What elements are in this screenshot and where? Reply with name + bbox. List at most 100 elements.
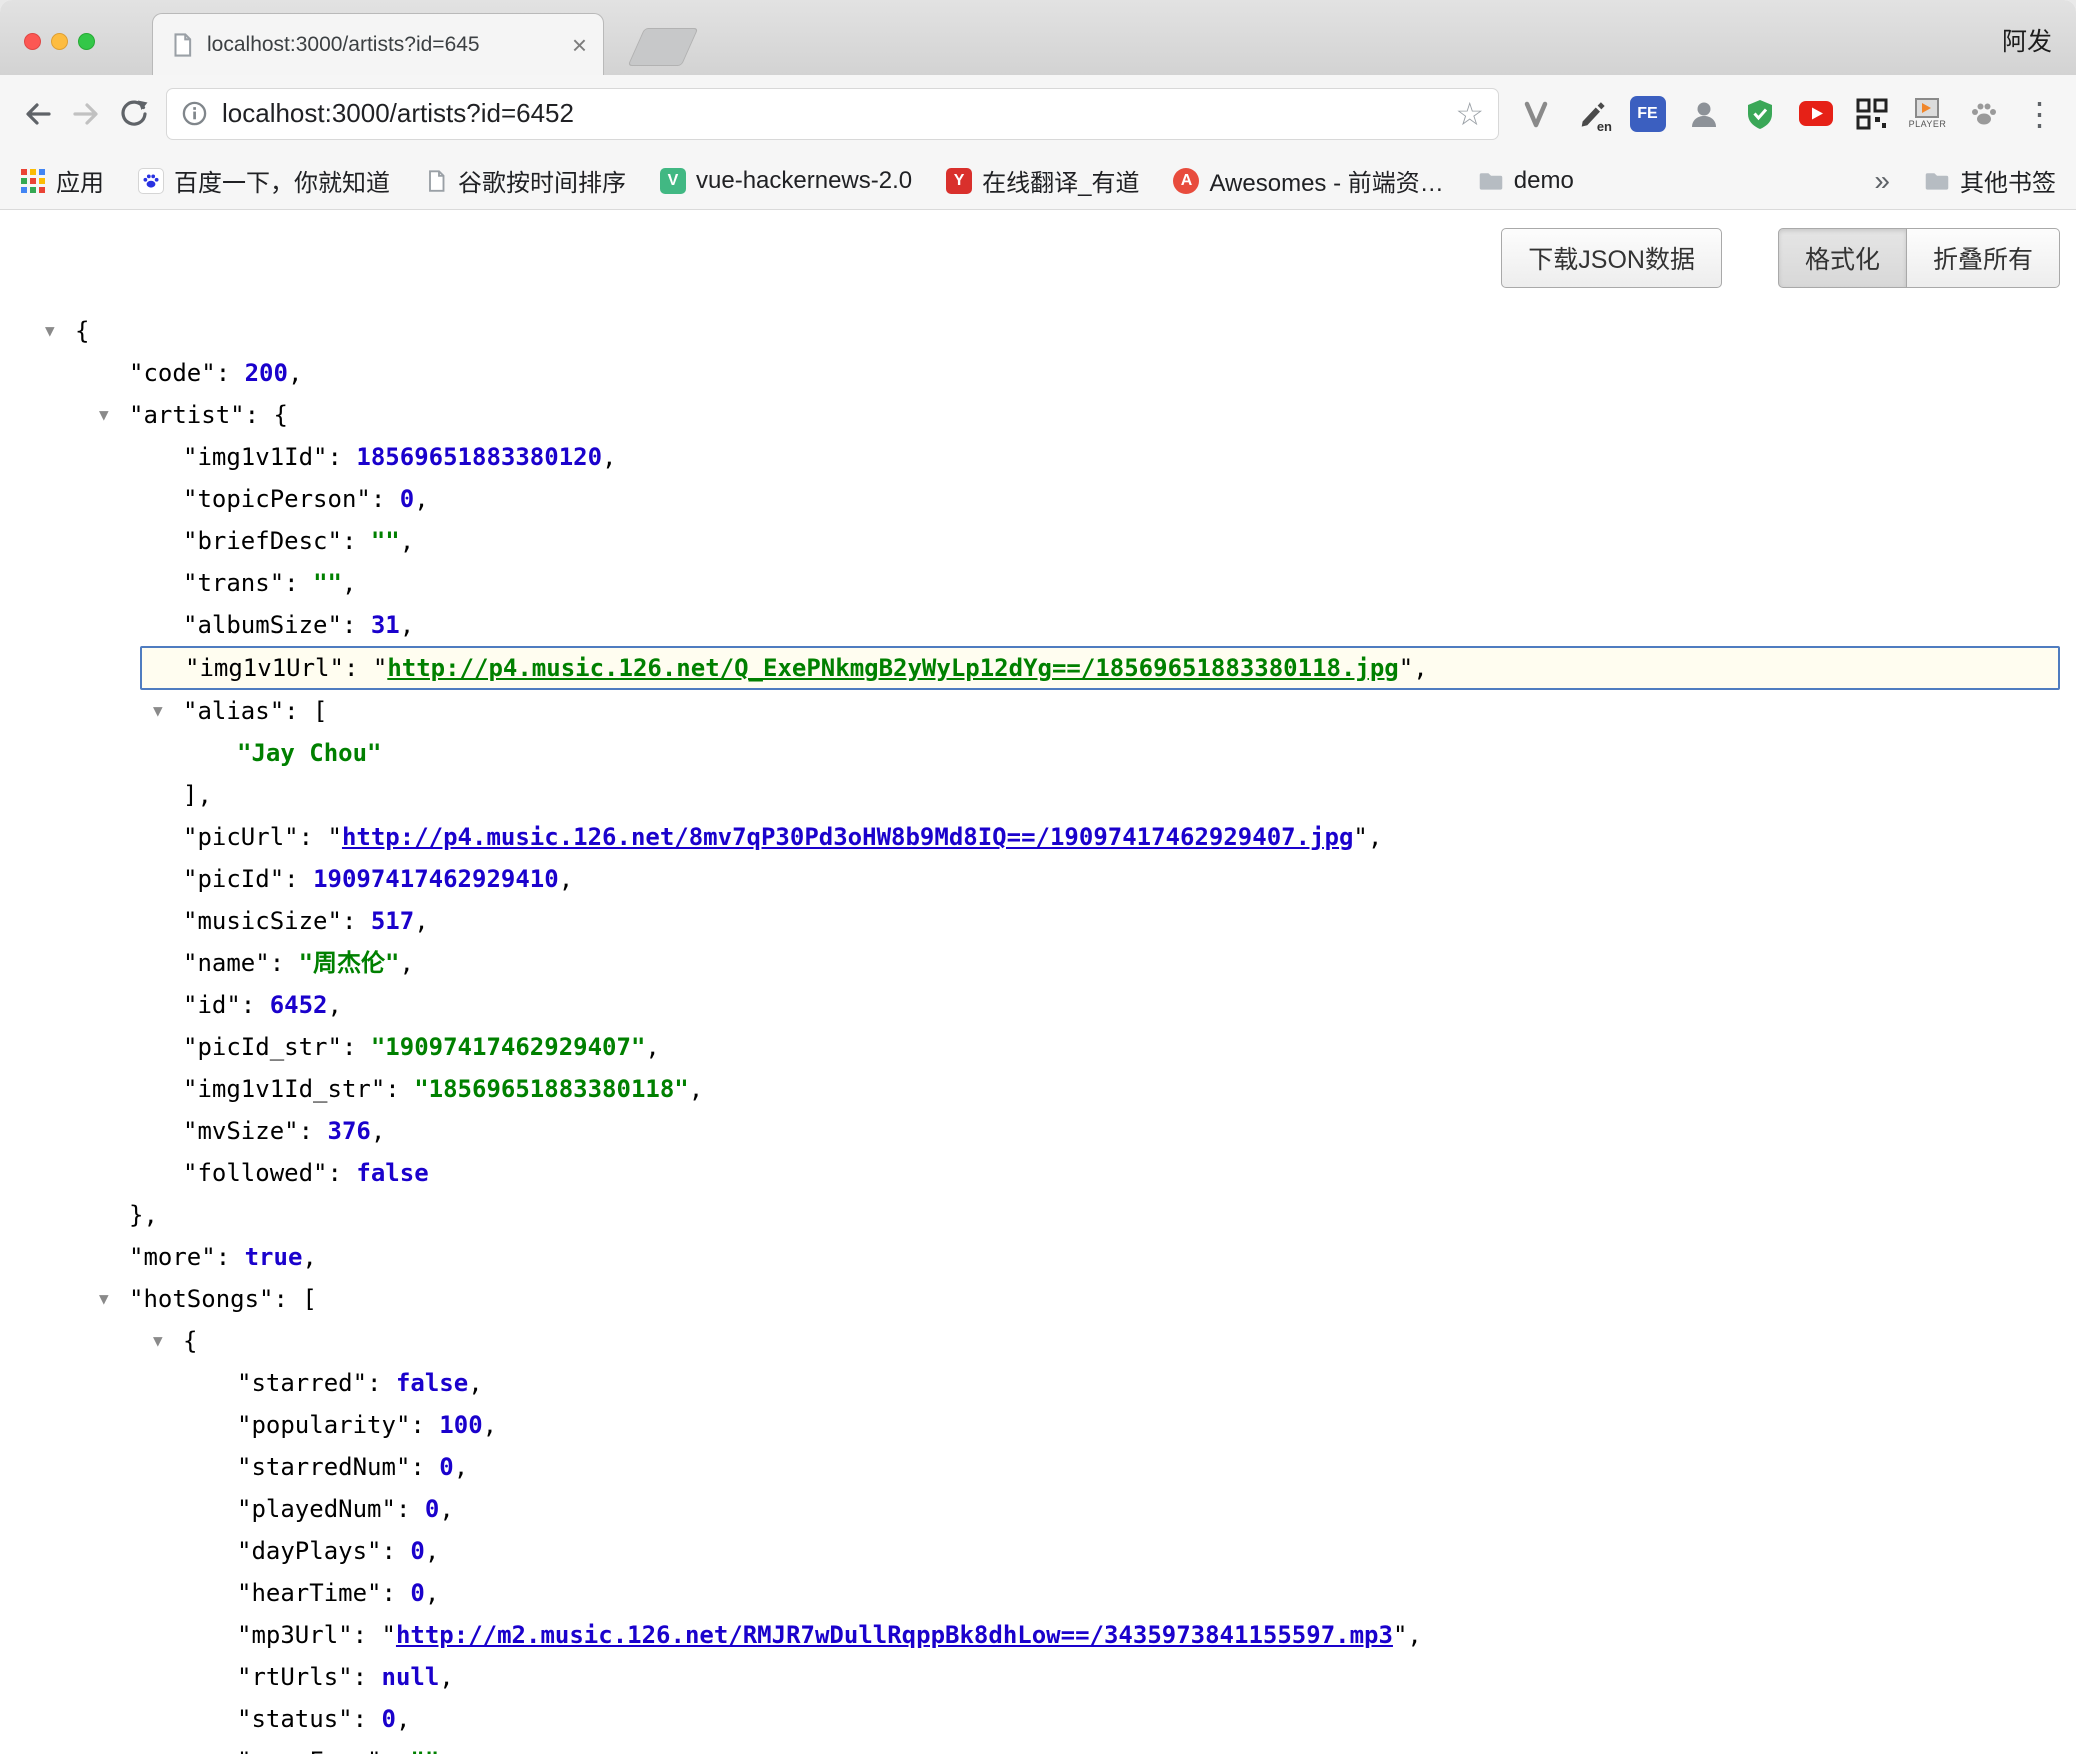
youtube-extension-button[interactable] <box>1793 90 1838 138</box>
translate-extension-button[interactable]: en <box>1569 90 1614 138</box>
qr-extension-button[interactable] <box>1849 90 1894 138</box>
address-bar[interactable]: localhost:3000/artists?id=6452 ☆ <box>166 88 1499 140</box>
json-token: "code" <box>129 359 216 387</box>
json-line: "mp3Url": "http://m2.music.126.net/RMJR7… <box>0 1614 2076 1656</box>
json-line: "popularity": 100, <box>0 1404 2076 1446</box>
shield-extension-button[interactable] <box>1737 90 1782 138</box>
vimium-extension-button[interactable] <box>1513 90 1558 138</box>
baidu-paw-icon <box>138 168 164 194</box>
json-token: " <box>382 1621 396 1649</box>
profile-name[interactable]: 阿发 <box>2002 22 2052 58</box>
collapse-toggle-icon[interactable]: ▼ <box>99 1278 109 1320</box>
format-button[interactable]: 格式化 <box>1778 228 1907 288</box>
json-token: : <box>328 443 357 471</box>
json-token: { <box>183 1327 197 1355</box>
json-url-link[interactable]: http://m2.music.126.net/RMJR7wDullRqppBk… <box>396 1621 1393 1649</box>
info-icon[interactable] <box>181 100 208 127</box>
collapse-toggle-icon[interactable]: ▼ <box>99 394 109 436</box>
json-line: }, <box>0 1194 2076 1236</box>
json-line: "albumSize": 31, <box>0 604 2076 646</box>
json-token: 0 <box>425 1495 439 1523</box>
json-url-link[interactable]: http://p4.music.126.net/Q_ExePNkmgB2yWyL… <box>387 654 1398 682</box>
json-token: ", <box>1399 654 1428 682</box>
json-token: : { <box>245 401 288 429</box>
json-token: , <box>400 949 414 977</box>
json-token: 517 <box>371 907 414 935</box>
json-token: "picId" <box>183 865 284 893</box>
json-token: "artist" <box>129 401 245 429</box>
vue-icon: V <box>660 168 686 194</box>
apps-grid-icon <box>20 168 46 194</box>
player-extension-button[interactable]: PLAYER <box>1905 90 1950 138</box>
json-token: : <box>382 1537 411 1565</box>
youdao-icon: Y <box>946 168 972 194</box>
url-text[interactable]: localhost:3000/artists?id=6452 <box>222 98 1441 129</box>
vimium-icon <box>1521 99 1551 129</box>
back-icon <box>21 97 55 131</box>
json-line: "playedNum": 0, <box>0 1488 2076 1530</box>
collapse-all-button[interactable]: 折叠所有 <box>1907 228 2060 288</box>
json-token: false <box>396 1369 468 1397</box>
browser-tab[interactable]: localhost:3000/artists?id=645 × <box>152 13 604 75</box>
json-line: "rtUrls": null, <box>0 1656 2076 1698</box>
browser-menu-button[interactable]: ⋮ <box>2017 90 2062 138</box>
paw-icon <box>1968 98 2000 130</box>
bookmark-baidu[interactable]: 百度一下，你就知道 <box>138 163 390 198</box>
close-window-button[interactable] <box>24 33 41 50</box>
json-token: null <box>382 1663 440 1691</box>
bookmark-google-sort[interactable]: 谷歌按时间排序 <box>424 163 626 198</box>
collapse-toggle-icon[interactable]: ▼ <box>45 310 55 352</box>
json-line: ], <box>0 774 2076 816</box>
reload-button[interactable] <box>110 90 158 138</box>
browser-toolbar: localhost:3000/artists?id=6452 ☆ en FE <box>0 75 2076 152</box>
json-token: , <box>288 359 302 387</box>
json-token: 0 <box>410 1579 424 1607</box>
json-token: "alias" <box>183 697 284 725</box>
json-token: "starred" <box>237 1369 367 1397</box>
new-tab-button[interactable] <box>628 28 699 66</box>
json-token: true <box>245 1243 303 1271</box>
json-token: "more" <box>129 1243 216 1271</box>
traffic-lights <box>24 33 95 50</box>
fe-extension-button[interactable]: FE <box>1625 90 1670 138</box>
json-token: , <box>302 1243 316 1271</box>
collapse-toggle-icon[interactable]: ▼ <box>153 690 163 732</box>
json-line: "id": 6452, <box>0 984 2076 1026</box>
paw-extension-button[interactable] <box>1961 90 2006 138</box>
json-url-link[interactable]: http://p4.music.126.net/8mv7qP30Pd3oHW8b… <box>342 823 1353 851</box>
json-token: : <box>342 907 371 935</box>
bookmark-apps[interactable]: 应用 <box>20 163 104 198</box>
zoom-window-button[interactable] <box>78 33 95 50</box>
minimize-window-button[interactable] <box>51 33 68 50</box>
json-token: : <box>299 823 328 851</box>
page-favicon-icon <box>169 32 195 58</box>
bookmark-awesomes[interactable]: A Awesomes - 前端资… <box>1173 163 1443 198</box>
bookmark-star-icon[interactable]: ☆ <box>1455 98 1484 130</box>
back-button[interactable] <box>14 90 62 138</box>
json-token: , <box>645 1033 659 1061</box>
collapse-toggle-icon[interactable]: ▼ <box>153 1320 163 1362</box>
json-line: "name": "周杰伦", <box>0 942 2076 984</box>
tab-close-icon[interactable]: × <box>572 32 587 58</box>
bookmark-vue-hackernews[interactable]: V vue-hackernews-2.0 <box>660 167 912 195</box>
profile-extension-button[interactable] <box>1681 90 1726 138</box>
json-token: : <box>385 1075 414 1103</box>
bookmark-demo-folder[interactable]: demo <box>1478 167 1574 195</box>
json-token: , <box>454 1453 468 1481</box>
json-line: "dayPlays": 0, <box>0 1530 2076 1572</box>
other-bookmarks-folder[interactable]: 其他书签 <box>1924 163 2056 198</box>
json-token: "musicSize" <box>183 907 342 935</box>
json-token: 0 <box>382 1705 396 1733</box>
forward-button[interactable] <box>62 90 110 138</box>
tab-title: localhost:3000/artists?id=645 <box>207 33 560 57</box>
json-token: "hearTime" <box>237 1579 382 1607</box>
download-json-button[interactable]: 下载JSON数据 <box>1501 228 1722 288</box>
bookmark-youdao[interactable]: Y 在线翻译_有道 <box>946 163 1139 198</box>
page-icon <box>424 169 448 193</box>
json-token: , <box>371 1117 385 1145</box>
json-token: "" <box>371 527 400 555</box>
json-token: 19097417462929410 <box>313 865 559 893</box>
json-token: , <box>425 1579 439 1607</box>
json-token: "" <box>410 1747 439 1754</box>
bookmarks-overflow-icon[interactable]: » <box>1874 165 1890 197</box>
